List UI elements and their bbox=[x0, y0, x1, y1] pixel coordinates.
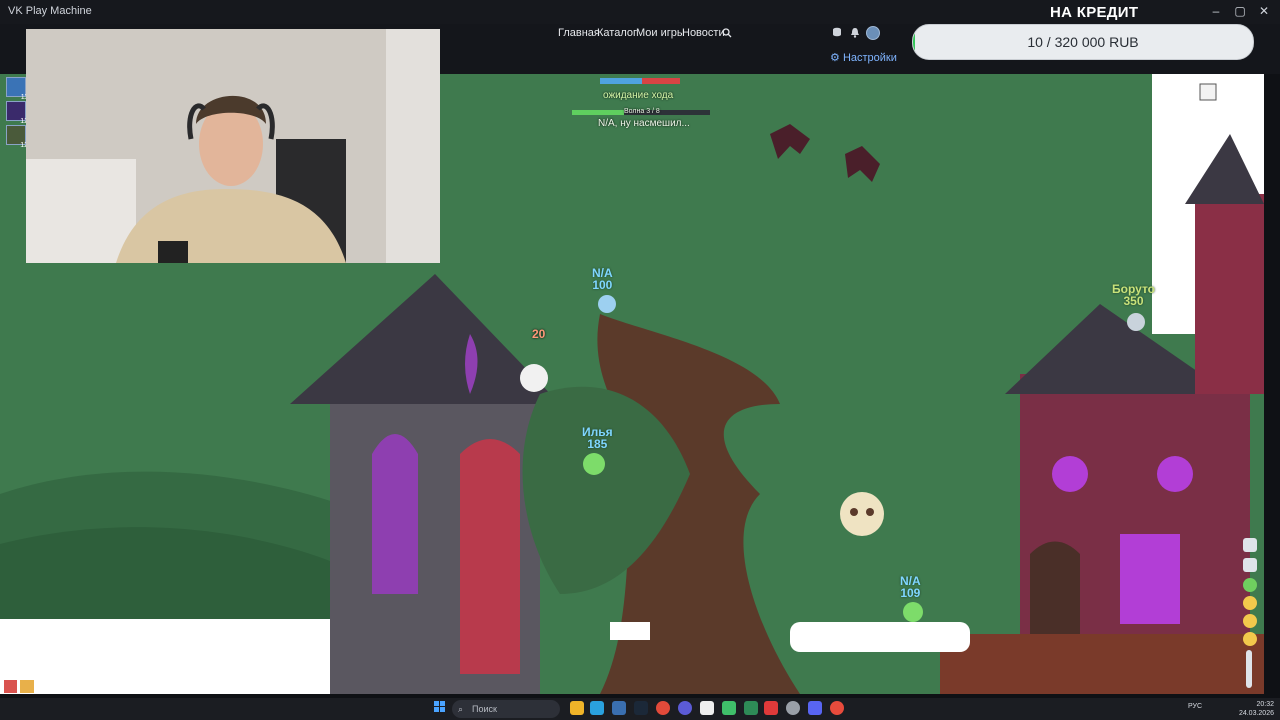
window-title: VK Play Machine bbox=[8, 5, 92, 17]
chat-icon[interactable] bbox=[20, 680, 34, 693]
snow-patch bbox=[610, 622, 650, 640]
search-icon: ⌕ bbox=[458, 704, 464, 714]
credit-progress-bar: 10 / 320 000 RUB bbox=[912, 24, 1254, 60]
nav-my-games[interactable]: Мои игры bbox=[636, 27, 685, 39]
app-icon[interactable] bbox=[744, 701, 758, 715]
windows-start-icon[interactable] bbox=[434, 701, 446, 713]
skull-decoration bbox=[840, 492, 884, 536]
avatar[interactable] bbox=[866, 26, 880, 40]
search-icon[interactable] bbox=[722, 28, 732, 38]
taskbar-search[interactable]: ⌕ Поиск bbox=[452, 700, 560, 718]
taskbar: ⌕ Поиск РУС 20:32 24.03.2026 bbox=[0, 698, 1280, 720]
church-door bbox=[460, 439, 520, 674]
app-icon[interactable] bbox=[612, 701, 626, 715]
nav-home[interactable]: Главная bbox=[558, 27, 600, 39]
app-icon[interactable] bbox=[830, 701, 844, 715]
credit-progress-text: 10 / 320 000 RUB bbox=[1027, 34, 1139, 50]
worm-character[interactable] bbox=[903, 602, 923, 622]
damage-popup: 20 bbox=[532, 327, 546, 341]
nav-news[interactable]: Новости bbox=[682, 27, 725, 39]
worm-hp: 350 bbox=[1123, 294, 1144, 308]
wave-label: Волна 3 / 8 bbox=[624, 108, 660, 115]
turn-bar-fill bbox=[600, 78, 642, 84]
wave-progress-fill bbox=[572, 110, 624, 115]
explosion-effect bbox=[520, 364, 548, 392]
snow-patch bbox=[790, 622, 970, 652]
worm-label: N/A 109 bbox=[900, 575, 921, 599]
telegram-icon[interactable] bbox=[590, 701, 604, 715]
player-thumb[interactable]: 12 bbox=[6, 125, 28, 149]
turn-status: ожидание хода bbox=[603, 90, 674, 101]
close-icon[interactable] bbox=[4, 680, 17, 693]
database-icon[interactable] bbox=[832, 27, 842, 37]
worm-label: N/A 100 bbox=[592, 267, 613, 291]
emoji-icon[interactable] bbox=[1243, 614, 1257, 628]
bell-icon[interactable] bbox=[850, 27, 860, 38]
close-button[interactable]: ✕ bbox=[1254, 4, 1274, 18]
mansion-window bbox=[1120, 534, 1180, 624]
zoom-slider[interactable] bbox=[1246, 650, 1252, 688]
bat-decoration bbox=[845, 146, 880, 182]
worm-hp: 109 bbox=[900, 586, 921, 600]
chat-message: N/A, ну насмешил... bbox=[598, 118, 690, 129]
language-indicator[interactable]: РУС bbox=[1188, 703, 1202, 710]
worm-hp: 185 bbox=[587, 437, 608, 451]
webcam-feed bbox=[26, 29, 440, 263]
app-icon[interactable] bbox=[700, 701, 714, 715]
taskbar-clock[interactable]: 20:32 24.03.2026 bbox=[1239, 700, 1274, 718]
mansion-tower bbox=[1195, 194, 1264, 394]
gear-icon: ⚙ bbox=[830, 52, 840, 64]
church-window bbox=[372, 434, 418, 594]
trash-icon[interactable] bbox=[1243, 538, 1257, 552]
taskbar-search-placeholder: Поиск bbox=[472, 704, 497, 714]
explorer-icon[interactable] bbox=[570, 701, 584, 715]
minimize-button[interactable]: – bbox=[1206, 4, 1226, 18]
player-thumb[interactable]: 11 bbox=[6, 77, 28, 101]
flag-icon[interactable] bbox=[1199, 83, 1217, 101]
skull-eye bbox=[866, 508, 874, 516]
clock-date: 24.03.2026 bbox=[1238, 710, 1274, 717]
enemy-bar-fill bbox=[642, 78, 680, 84]
player-thumb[interactable]: 12 bbox=[6, 101, 28, 125]
help-icon[interactable] bbox=[1243, 578, 1257, 592]
webcam-overlay bbox=[26, 29, 440, 263]
nav-catalog[interactable]: Каталог bbox=[597, 27, 637, 39]
mansion-window bbox=[1052, 456, 1088, 492]
mansion-porch bbox=[940, 634, 1264, 694]
emoji-icon[interactable] bbox=[1243, 596, 1257, 610]
settings-gear-icon[interactable] bbox=[786, 701, 800, 715]
app-icon[interactable] bbox=[722, 701, 736, 715]
settings-label: Настройки bbox=[842, 52, 897, 64]
credit-title: НА КРЕДИТ bbox=[1050, 4, 1139, 21]
bat-decoration bbox=[770, 124, 810, 159]
app-icon[interactable] bbox=[678, 701, 692, 715]
mansion-window bbox=[1157, 456, 1193, 492]
ground-strip bbox=[0, 619, 340, 694]
box-icon[interactable] bbox=[1243, 558, 1257, 572]
steam-icon[interactable] bbox=[634, 701, 648, 715]
worm-character[interactable] bbox=[598, 295, 616, 313]
maximize-button[interactable]: ▢ bbox=[1230, 4, 1250, 18]
worm-character[interactable] bbox=[1127, 313, 1145, 331]
worm-label: Боруто 350 bbox=[1112, 283, 1155, 307]
chrome-icon[interactable] bbox=[656, 701, 670, 715]
worm-character[interactable] bbox=[583, 453, 605, 475]
discord-icon[interactable] bbox=[808, 701, 822, 715]
clock-time: 20:32 bbox=[1256, 701, 1274, 708]
church-roof bbox=[290, 274, 560, 404]
worm-hp: 100 bbox=[592, 278, 613, 292]
app-icon-active[interactable] bbox=[764, 701, 778, 715]
worm-label: Илья 185 bbox=[582, 426, 613, 450]
skull-eye bbox=[850, 508, 858, 516]
emoji-icon[interactable] bbox=[1243, 632, 1257, 646]
settings-link[interactable]: ⚙ Настройки bbox=[830, 51, 897, 64]
